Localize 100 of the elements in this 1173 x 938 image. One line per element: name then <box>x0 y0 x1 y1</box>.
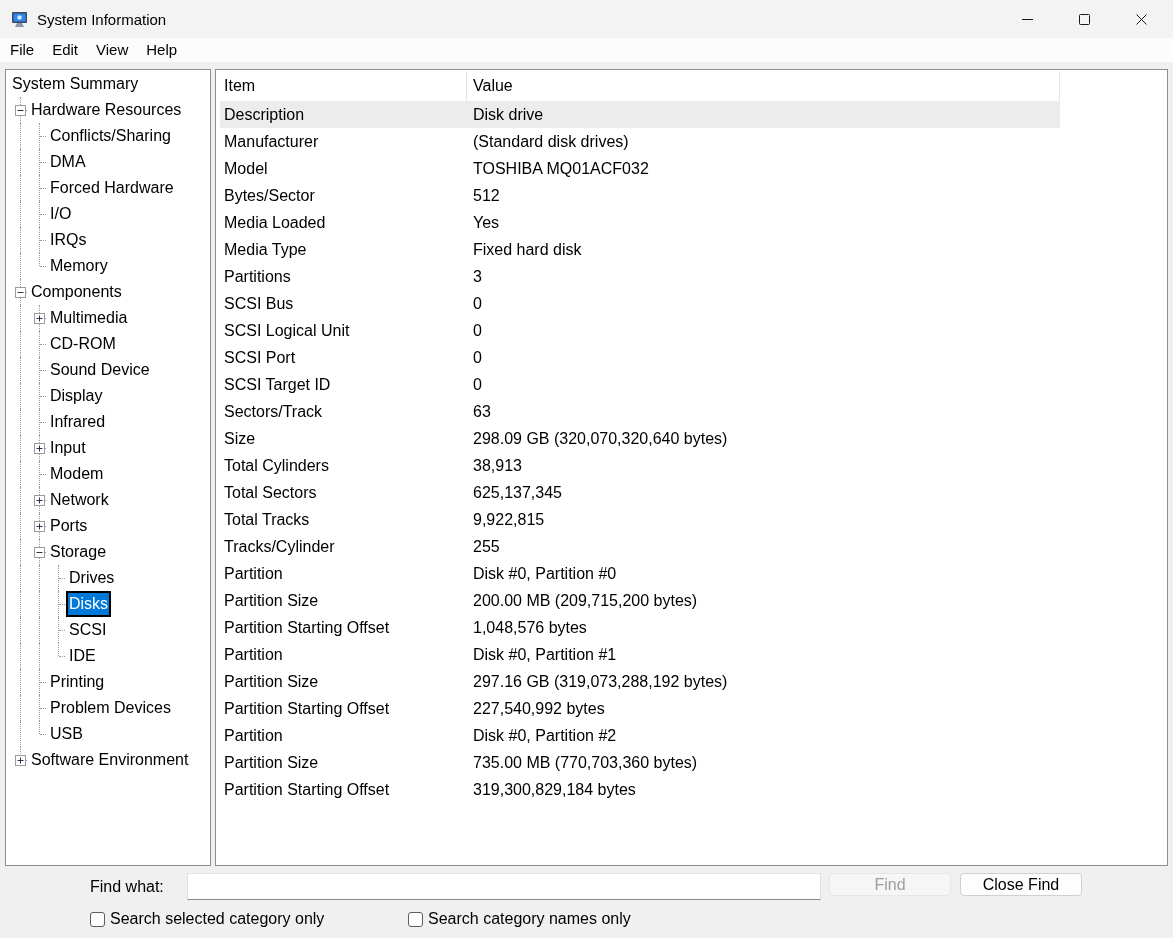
table-cell-text: Model <box>223 158 269 179</box>
table-row[interactable]: Media Type Fixed hard disk <box>220 236 1060 263</box>
table-row[interactable]: Partition Disk #0, Partition #2 <box>220 722 1060 749</box>
table-row[interactable]: Model TOSHIBA MQ01ACF032 <box>220 155 1060 182</box>
table-row[interactable]: SCSI Target ID 0 <box>220 371 1060 398</box>
table-cell-text: 9,922,815 <box>472 509 546 530</box>
find-field[interactable] <box>187 873 821 900</box>
table-row[interactable]: Partitions 3 <box>220 263 1060 290</box>
table-cell-text: 0 <box>472 374 483 395</box>
table-cell-text: Disk #0, Partition #2 <box>472 725 618 746</box>
table-cell-text: 200.00 MB (209,715,200 bytes) <box>472 590 699 611</box>
table-cell-text: Partition Starting Offset <box>223 698 391 719</box>
table-row[interactable]: Partition Disk #0, Partition #0 <box>220 560 1060 587</box>
table-row[interactable]: Partition Size 200.00 MB (209,715,200 bytes) <box>220 587 1060 614</box>
checkbox[interactable] <box>90 911 105 927</box>
table-cell-text: 625,137,345 <box>472 482 563 503</box>
table-row[interactable]: Media Loaded Yes <box>220 209 1060 236</box>
table-row[interactable]: Size 298.09 GB (320,070,320,640 bytes) <box>220 425 1060 452</box>
menu-item[interactable]: Edit <box>43 38 88 62</box>
expand-icon[interactable] <box>34 495 45 506</box>
table-row[interactable]: SCSI Bus 0 <box>220 290 1060 317</box>
table-cell-text: 297.16 GB (319,073,288,192 bytes) <box>472 671 729 692</box>
close-icon[interactable] <box>1136 13 1147 25</box>
find-label: Find what: <box>90 877 165 897</box>
table-cell-text: Sectors/Track <box>223 401 324 422</box>
checkbox[interactable] <box>408 911 423 927</box>
table-row[interactable]: Partition Starting Offset 319,300,829,184 bytes <box>220 776 1060 803</box>
menu-item[interactable]: File <box>1 38 44 62</box>
table-cell-text: (Standard disk drives) <box>472 131 630 152</box>
table-row[interactable]: Description Disk drive <box>220 101 1060 128</box>
table-row[interactable]: SCSI Logical Unit 0 <box>220 317 1060 344</box>
expand-icon[interactable] <box>15 755 26 766</box>
table-cell-text: Partition Size <box>223 752 320 773</box>
table-cell-text: 0 <box>472 293 483 314</box>
expand-icon[interactable] <box>34 313 45 324</box>
tree-item[interactable]: Disks <box>66 591 112 617</box>
table-cell-text: SCSI Logical Unit <box>223 320 351 341</box>
table-cell-text: Size <box>223 428 257 449</box>
table-cell-text: Tracks/Cylinder <box>223 536 336 557</box>
window-title: System Information <box>37 10 167 28</box>
table-cell-text: 0 <box>472 320 483 341</box>
close-find-button[interactable]: Close Find <box>960 873 1082 896</box>
table-cell-text: Description <box>223 104 306 125</box>
table-cell-text: Media Type <box>223 239 308 260</box>
table-cell-text: Partition Starting Offset <box>223 779 391 800</box>
table-row[interactable]: Bytes/Sector 512 <box>220 182 1060 209</box>
table-row[interactable]: Total Sectors 625,137,345 <box>220 479 1060 506</box>
table-cell-text: 1,048,576 bytes <box>472 617 588 638</box>
table-cell-text: SCSI Port <box>223 347 297 368</box>
table-cell-text: Partition Starting Offset <box>223 617 391 638</box>
table-cell-text: Partition Size <box>223 671 320 692</box>
table-cell-text: 0 <box>472 347 483 368</box>
table-cell-text: Partitions <box>223 266 292 287</box>
table-cell-text: Yes <box>472 212 501 233</box>
table-cell-text: Partition <box>223 725 284 746</box>
collapse-icon[interactable] <box>34 547 45 558</box>
collapse-icon[interactable] <box>15 287 26 298</box>
table-cell-text: 735.00 MB (770,703,360 bytes) <box>472 752 699 773</box>
table-cell-text: 512 <box>472 185 501 206</box>
computer-icon <box>11 10 29 28</box>
table-cell-text: SCSI Target ID <box>223 374 332 395</box>
maximize-icon[interactable] <box>1079 13 1090 25</box>
table-row[interactable]: Partition Disk #0, Partition #1 <box>220 641 1060 668</box>
table-row[interactable]: Partition Starting Offset 227,540,992 bytes <box>220 695 1060 722</box>
table-cell-text: 3 <box>472 266 483 287</box>
table-cell-text: Partition <box>223 563 284 584</box>
table-cell-text: Disk #0, Partition #0 <box>472 563 618 584</box>
table-cell-text: Total Tracks <box>223 509 311 530</box>
table-row[interactable]: Partition Starting Offset 1,048,576 bytes <box>220 614 1060 641</box>
table-row[interactable]: SCSI Port 0 <box>220 344 1060 371</box>
checkbox-label[interactable]: Search category names only <box>428 910 631 928</box>
table-cell-text: Disk #0, Partition #1 <box>472 644 618 665</box>
expand-icon[interactable] <box>34 443 45 454</box>
menu-item[interactable]: View <box>87 38 138 62</box>
table-cell-text: Partition Size <box>223 590 320 611</box>
table-cell-text: Disk drive <box>472 104 545 125</box>
table-cell-text: Manufacturer <box>223 131 320 152</box>
menu-item[interactable]: Help <box>137 38 187 62</box>
table-cell-text: Fixed hard disk <box>472 239 583 260</box>
table-cell-text: 255 <box>472 536 501 557</box>
table-row[interactable]: Total Tracks 9,922,815 <box>220 506 1060 533</box>
table-row[interactable]: Manufacturer (Standard disk drives) <box>220 128 1060 155</box>
table-cell-text: 227,540,992 bytes <box>472 698 606 719</box>
table-cell-text: SCSI Bus <box>223 293 295 314</box>
table-cell-text: 63 <box>472 401 492 422</box>
table-row[interactable]: Partition Size 735.00 MB (770,703,360 bytes) <box>220 749 1060 776</box>
table-cell-text: 298.09 GB (320,070,320,640 bytes) <box>472 428 729 449</box>
table-row[interactable]: Tracks/Cylinder 255 <box>220 533 1060 560</box>
table-cell-text: Media Loaded <box>223 212 327 233</box>
table-row[interactable]: Total Cylinders 38,913 <box>220 452 1060 479</box>
table-row[interactable]: Partition Size 297.16 GB (319,073,288,192 bytes) <box>220 668 1060 695</box>
expand-icon[interactable] <box>34 521 45 532</box>
table-cell-text: TOSHIBA MQ01ACF032 <box>472 158 650 179</box>
checkbox-label[interactable]: Search selected category only <box>110 910 325 928</box>
table-cell-text: Total Sectors <box>223 482 318 503</box>
table-cell-text: 319,300,829,184 bytes <box>472 779 637 800</box>
table-cell-text: Partition <box>223 644 284 665</box>
table-cell-text: Total Cylinders <box>223 455 330 476</box>
table-row[interactable]: Sectors/Track 63 <box>220 398 1060 425</box>
collapse-icon[interactable] <box>15 105 26 116</box>
